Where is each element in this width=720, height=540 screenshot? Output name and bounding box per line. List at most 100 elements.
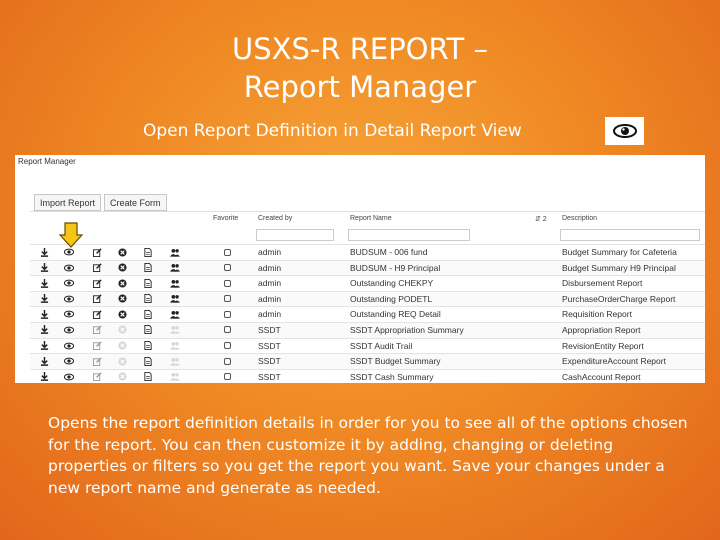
document-icon[interactable] <box>143 263 153 273</box>
cell-description: Budget Summary H9 Principal <box>562 262 676 273</box>
edit-icon[interactable] <box>92 372 102 382</box>
import-report-button[interactable]: Import Report <box>34 194 102 211</box>
users-icon[interactable] <box>170 263 180 273</box>
eye-icon[interactable] <box>64 294 74 304</box>
edit-icon[interactable] <box>92 247 102 257</box>
document-icon[interactable] <box>143 325 153 335</box>
description-filter[interactable] <box>560 229 700 241</box>
report-manager-title: Report Manager <box>18 157 76 166</box>
eye-icon[interactable] <box>64 356 74 366</box>
col-favorite[interactable]: Favorite <box>213 215 238 222</box>
download-icon[interactable] <box>39 294 49 304</box>
favorite-checkbox[interactable] <box>222 278 232 288</box>
document-icon[interactable] <box>143 309 153 319</box>
download-icon[interactable] <box>39 325 49 335</box>
favorite-checkbox[interactable] <box>222 341 232 351</box>
create-form-button[interactable]: Create Form <box>104 194 167 211</box>
eye-icon[interactable] <box>64 372 74 382</box>
eye-icon[interactable] <box>64 247 74 257</box>
eye-icon[interactable] <box>64 263 74 273</box>
delete-icon[interactable] <box>117 356 127 366</box>
users-icon[interactable] <box>170 294 180 304</box>
table-row[interactable]: admin BUDSUM - 006 fund Budget Summary for… <box>30 244 705 260</box>
download-icon[interactable] <box>39 372 49 382</box>
users-icon[interactable] <box>170 325 180 335</box>
cell-report-name[interactable]: Outstanding REQ Detail <box>350 309 441 319</box>
cell-description: Requisition Report <box>562 309 632 320</box>
col-report-name[interactable]: Report Name <box>350 215 392 222</box>
delete-icon[interactable] <box>117 372 127 382</box>
edit-icon[interactable] <box>92 309 102 319</box>
delete-icon[interactable] <box>117 263 127 273</box>
cell-report-name[interactable]: SSDT Budget Summary <box>350 356 441 366</box>
download-icon[interactable] <box>39 278 49 288</box>
document-icon[interactable] <box>143 294 153 304</box>
table-row[interactable]: SSDT SSDT Appropriation Summary Appropriat… <box>30 321 705 338</box>
favorite-checkbox[interactable] <box>222 372 232 382</box>
table-row[interactable]: SSDT SSDT Budget Summary ExpenditureAccoun… <box>30 353 705 369</box>
eye-icon[interactable] <box>64 341 74 351</box>
cell-report-name[interactable]: SSDT Cash Summary <box>350 372 433 382</box>
favorite-checkbox[interactable] <box>222 247 232 257</box>
edit-icon[interactable] <box>92 294 102 304</box>
delete-icon[interactable] <box>117 325 127 335</box>
eye-icon[interactable] <box>64 309 74 319</box>
delete-icon[interactable] <box>117 278 127 288</box>
cell-report-name[interactable]: Outstanding PODETL <box>350 294 432 304</box>
users-icon[interactable] <box>170 278 180 288</box>
edit-icon[interactable] <box>92 278 102 288</box>
favorite-checkbox[interactable] <box>222 294 232 304</box>
cell-created-by: SSDT <box>258 340 281 351</box>
eye-icon[interactable] <box>64 325 74 335</box>
document-icon[interactable] <box>143 247 153 257</box>
download-icon[interactable] <box>39 341 49 351</box>
edit-icon[interactable] <box>92 356 102 366</box>
document-icon[interactable] <box>143 341 153 351</box>
cell-report-name[interactable]: SSDT Audit Trail <box>350 341 412 351</box>
cell-description: CashAccount Report <box>562 371 641 382</box>
created-by-filter[interactable] <box>256 229 334 241</box>
col-description[interactable]: Description <box>562 215 597 222</box>
users-icon[interactable] <box>170 356 180 366</box>
eye-icon[interactable] <box>64 278 74 288</box>
cell-report-name[interactable]: BUDSUM - H9 Principal <box>350 263 440 273</box>
edit-icon[interactable] <box>92 325 102 335</box>
favorite-checkbox[interactable] <box>222 356 232 366</box>
cell-description: Budget Summary for Cafeteria <box>562 247 677 257</box>
table-row[interactable]: admin Outstanding REQ Detail Requisition R… <box>30 306 705 322</box>
report-toolbar: Import Report Create Form <box>34 194 170 211</box>
document-icon[interactable] <box>143 356 153 366</box>
users-icon[interactable] <box>170 309 180 319</box>
favorite-checkbox[interactable] <box>222 309 232 319</box>
favorite-checkbox[interactable] <box>222 325 232 335</box>
cell-description: Disbursement Report <box>562 278 643 289</box>
cell-report-name[interactable]: SSDT Appropriation Summary <box>350 325 464 335</box>
download-icon[interactable] <box>39 263 49 273</box>
edit-icon[interactable] <box>92 341 102 351</box>
users-icon[interactable] <box>170 372 180 382</box>
document-icon[interactable] <box>143 372 153 382</box>
download-icon[interactable] <box>39 247 49 257</box>
document-icon[interactable] <box>143 278 153 288</box>
download-icon[interactable] <box>39 309 49 319</box>
cell-report-name[interactable]: Outstanding CHEKPY <box>350 278 433 288</box>
delete-icon[interactable] <box>117 294 127 304</box>
table-row[interactable]: SSDT SSDT Audit Trail RevisionEntity Repor… <box>30 337 705 354</box>
report-name-filter[interactable] <box>348 229 470 241</box>
table-row[interactable]: admin Outstanding PODETL PurchaseOrderChar… <box>30 290 705 307</box>
users-icon[interactable] <box>170 341 180 351</box>
favorite-checkbox[interactable] <box>222 263 232 273</box>
delete-icon[interactable] <box>117 247 127 257</box>
table-row[interactable]: SSDT SSDT Cash Summary CashAccount Report <box>30 368 705 383</box>
delete-icon[interactable] <box>117 309 127 319</box>
delete-icon[interactable] <box>117 341 127 351</box>
cell-description: RevisionEntity Report <box>562 340 644 351</box>
table-row[interactable]: admin BUDSUM - H9 Principal Budget Summary… <box>30 259 705 276</box>
download-icon[interactable] <box>39 356 49 366</box>
users-icon[interactable] <box>170 247 180 257</box>
edit-icon[interactable] <box>92 263 102 273</box>
table-row[interactable]: admin Outstanding CHEKPY Disbursement Repo… <box>30 275 705 291</box>
col-created-by[interactable]: Created by <box>258 215 292 222</box>
cell-report-name[interactable]: BUDSUM - 006 fund <box>350 247 427 257</box>
sort-indicator[interactable]: ⇵ 2 <box>535 215 547 223</box>
